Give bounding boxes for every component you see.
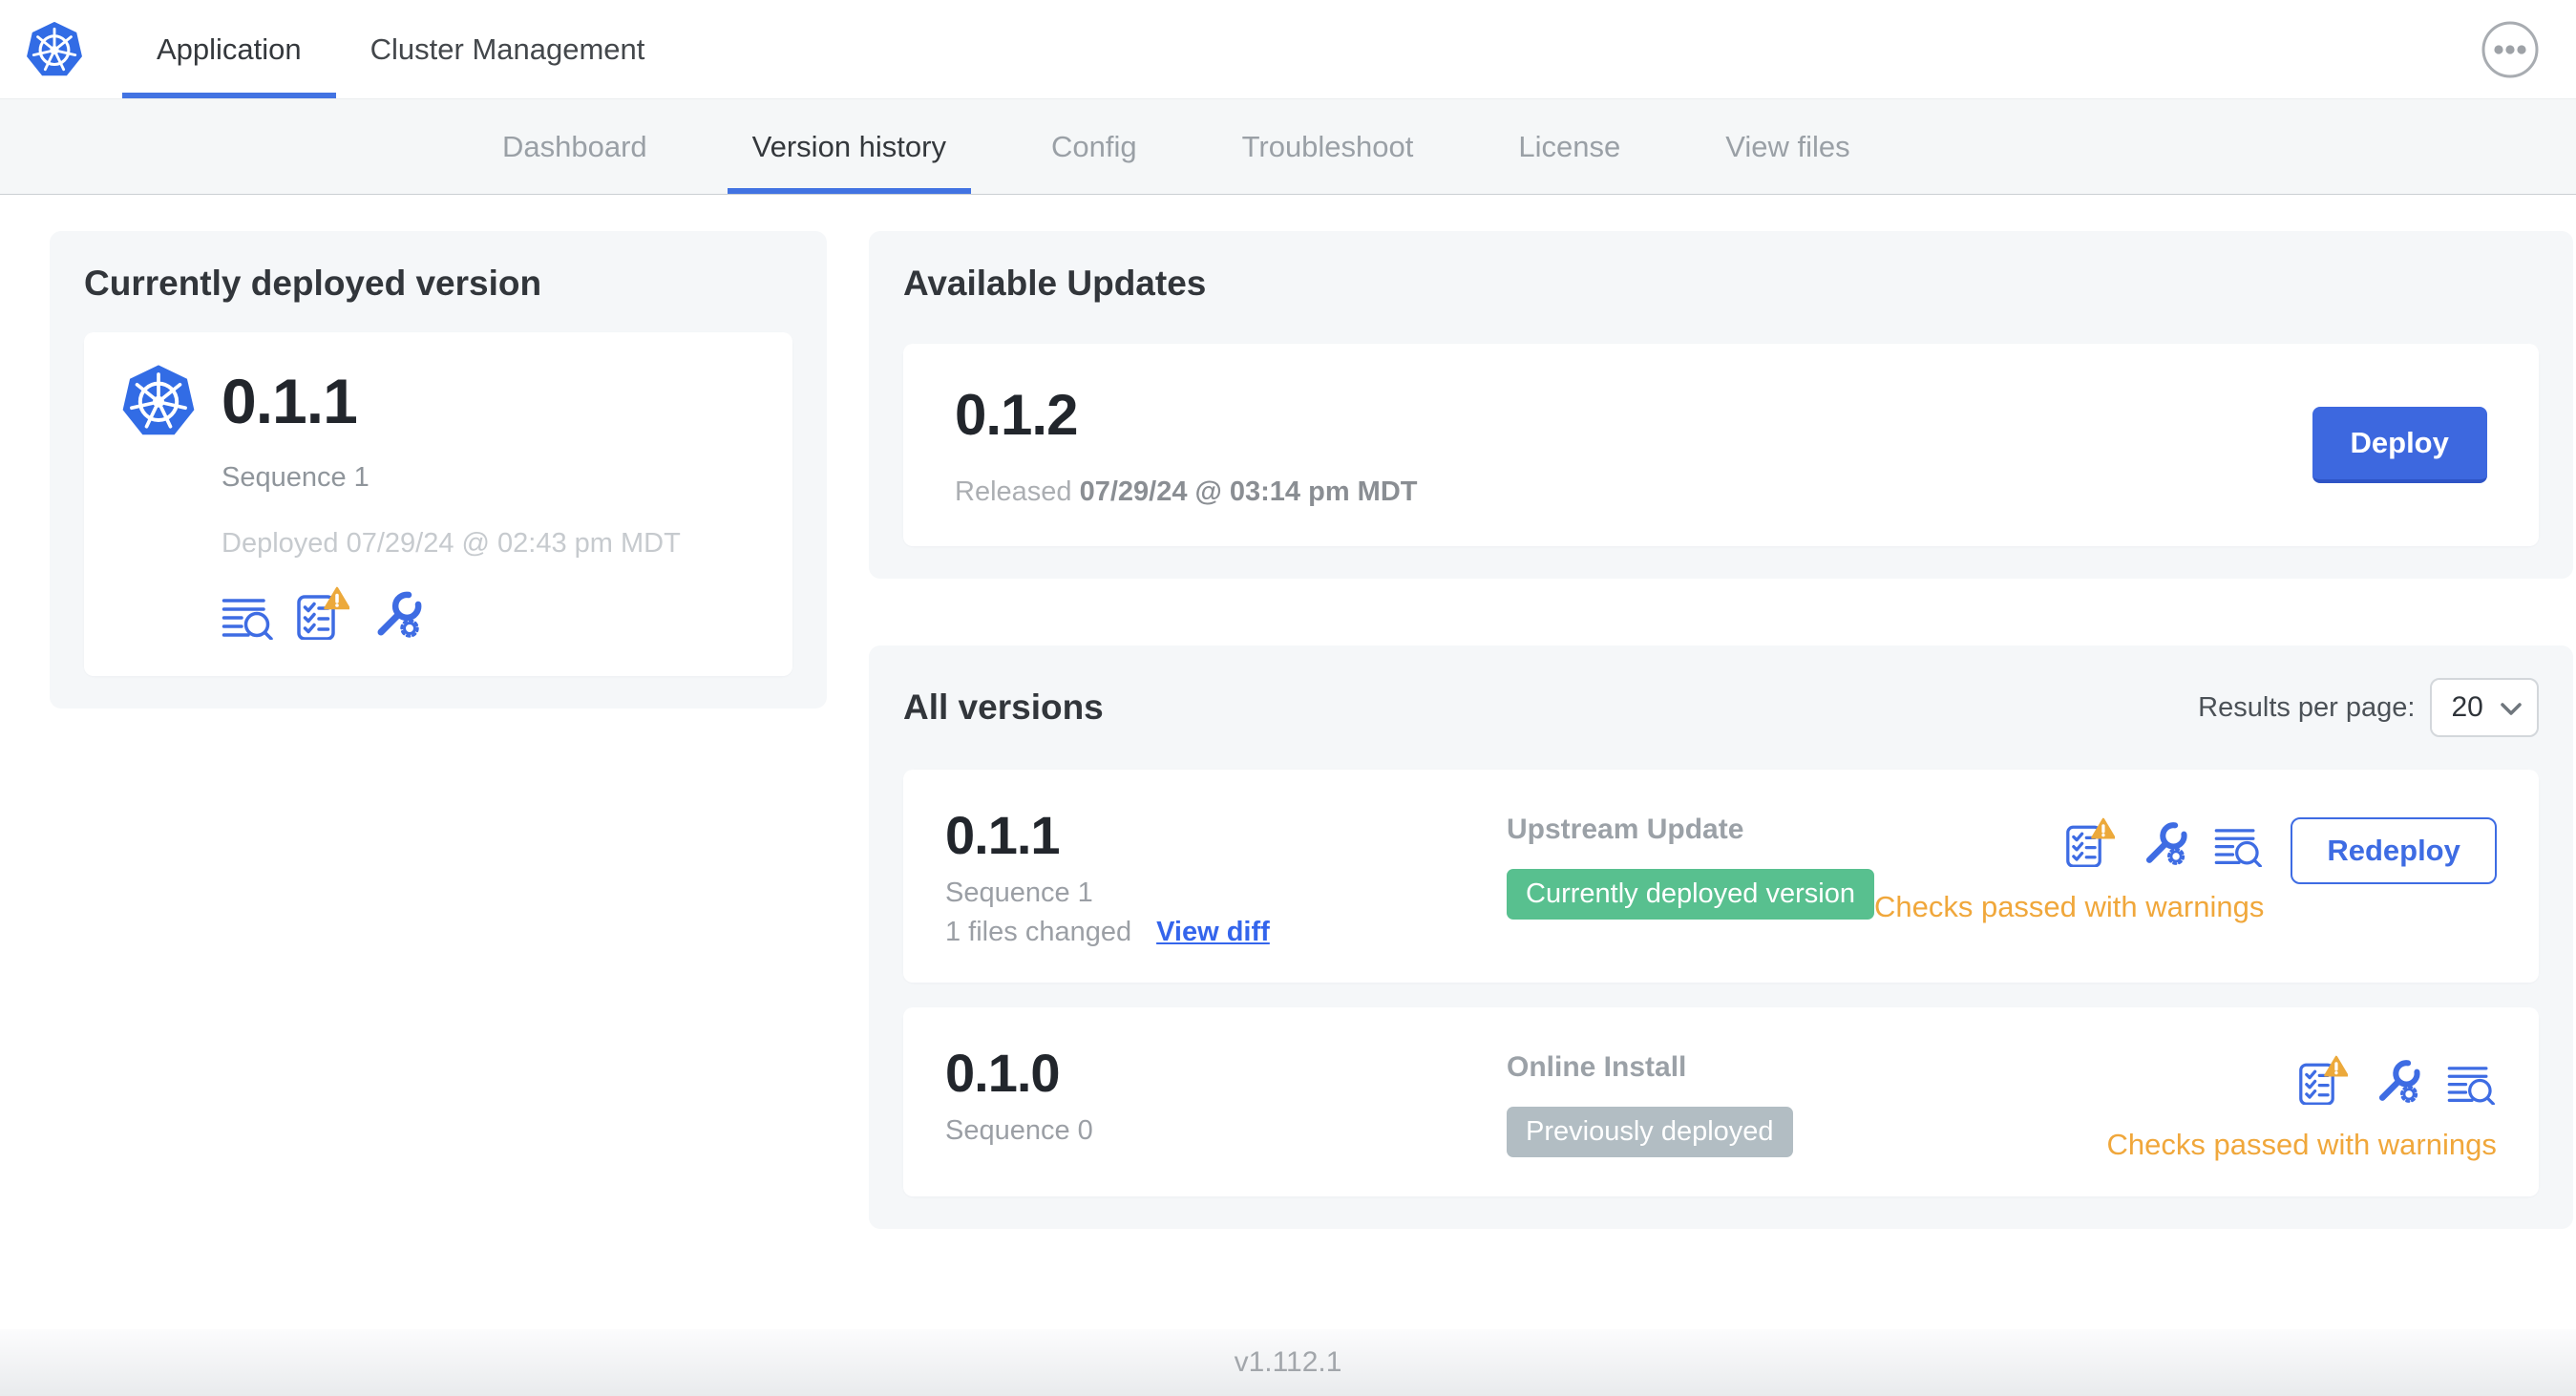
released-date: 07/29/24 @ 03:14 pm MDT <box>1079 476 1418 507</box>
app-header: Application Cluster Management <box>0 0 2576 99</box>
preflight-checks-warning-icon[interactable] <box>296 586 349 640</box>
version-source-label: Upstream Update <box>1507 814 1744 845</box>
tab-application[interactable]: Application <box>122 0 336 98</box>
version-number: 0.1.0 <box>945 1043 1061 1103</box>
deploy-logs-icon[interactable] <box>222 586 275 640</box>
edit-config-icon[interactable] <box>370 586 424 640</box>
app-subnav: Dashboard Version history Config Trouble… <box>0 99 2576 195</box>
kubernetes-app-icon <box>120 361 197 441</box>
tab-version-history[interactable]: Version history <box>727 99 971 194</box>
preflight-status-text: Checks passed with warnings <box>1873 890 2265 923</box>
tab-config[interactable]: Config <box>1026 99 1162 194</box>
version-source-label: Online Install <box>1507 1051 1687 1083</box>
tab-license[interactable]: License <box>1493 99 1645 194</box>
version-source-block: Online Install Previously deployed <box>1507 1051 2107 1157</box>
edit-config-icon[interactable] <box>2140 817 2189 867</box>
version-actions: Checks passed with warnings Redeploy <box>1874 817 2497 924</box>
deployed-timestamp: Deployed 07/29/24 @ 02:43 pm MDT <box>222 528 681 559</box>
right-column: Available Updates 0.1.2 Released 07/29/2… <box>869 231 2573 1229</box>
left-column: Currently deployed version 0.1.1 Sequenc… <box>50 231 827 709</box>
update-version-number: 0.1.2 <box>955 383 1078 447</box>
results-per-page-label: Results per page: <box>2198 691 2416 723</box>
deploy-button[interactable]: Deploy <box>2312 407 2487 483</box>
redeploy-button[interactable]: Redeploy <box>2291 817 2497 884</box>
preflight-checks-warning-icon[interactable] <box>2065 817 2116 867</box>
tab-cluster-management[interactable]: Cluster Management <box>336 0 680 98</box>
preflight-checks-warning-icon[interactable] <box>2298 1055 2348 1105</box>
available-updates-card: Available Updates 0.1.2 Released 07/29/2… <box>869 231 2573 579</box>
deployed-version-actions <box>222 586 756 640</box>
more-options-button[interactable] <box>2481 20 2540 79</box>
header-tabs: Application Cluster Management <box>122 0 679 98</box>
version-source-block: Upstream Update Currently deployed versi… <box>1507 814 1874 920</box>
deployed-version-panel: 0.1.1 Sequence 1 Deployed 07/29/24 @ 02:… <box>84 332 792 676</box>
version-actions: Checks passed with warnings <box>2107 1055 2497 1162</box>
results-per-page: Results per page: 20 <box>2198 678 2539 737</box>
console-version: v1.112.1 <box>1234 1346 1342 1378</box>
version-row-0-1-0: 0.1.0 Sequence 0 Online Install Previous… <box>903 1007 2539 1196</box>
version-history-page: Application Cluster Management Dashboard… <box>0 0 2576 1396</box>
version-sequence: Sequence 1 <box>945 878 1093 908</box>
available-update-info: 0.1.2 Released 07/29/24 @ 03:14 pm MDT <box>955 382 1417 508</box>
ellipsis-circle-icon <box>2481 21 2540 82</box>
available-update-row: 0.1.2 Released 07/29/24 @ 03:14 pm MDT D… <box>903 344 2539 546</box>
all-versions-heading: All versions <box>903 687 1104 727</box>
deploy-logs-icon[interactable] <box>2447 1055 2497 1105</box>
preflight-status-text: Checks passed with warnings <box>2106 1128 2497 1161</box>
deploy-logs-icon[interactable] <box>2214 817 2264 867</box>
currently-deployed-card: Currently deployed version 0.1.1 Sequenc… <box>50 231 827 709</box>
update-released-line: Released 07/29/24 @ 03:14 pm MDT <box>955 476 1417 508</box>
available-updates-heading: Available Updates <box>903 264 1207 303</box>
kubernetes-logo-icon <box>25 18 84 81</box>
tab-dashboard[interactable]: Dashboard <box>477 99 672 194</box>
version-info: 0.1.0 Sequence 0 <box>945 1042 1507 1147</box>
main-content: Currently deployed version 0.1.1 Sequenc… <box>0 195 2576 1229</box>
previously-deployed-badge: Previously deployed <box>1507 1107 1793 1157</box>
tab-troubleshoot[interactable]: Troubleshoot <box>1217 99 1439 194</box>
released-label: Released <box>955 476 1072 507</box>
currently-deployed-heading: Currently deployed version <box>84 264 542 303</box>
view-diff-link[interactable]: View diff <box>1156 917 1270 948</box>
version-row-0-1-1: 0.1.1 Sequence 1 1 files changed View di… <box>903 770 2539 983</box>
results-per-page-value: 20 <box>2451 691 2483 723</box>
chevron-down-icon <box>2501 691 2522 724</box>
deployed-version-number: 0.1.1 <box>222 366 358 436</box>
version-sequence: Sequence 0 <box>945 1115 1093 1146</box>
deployed-sequence-label: Sequence 1 <box>222 462 370 493</box>
all-versions-card: All versions Results per page: 20 0.1.1 … <box>869 645 2573 1229</box>
currently-deployed-badge: Currently deployed version <box>1507 869 1874 920</box>
files-changed-label: 1 files changed <box>945 917 1132 947</box>
edit-config-icon[interactable] <box>2373 1055 2422 1105</box>
results-per-page-select[interactable]: 20 <box>2430 678 2539 737</box>
version-info: 0.1.1 Sequence 1 1 files changed View di… <box>945 804 1507 948</box>
app-footer: v1.112.1 <box>0 1329 2576 1396</box>
version-number: 0.1.1 <box>945 805 1061 865</box>
tab-view-files[interactable]: View files <box>1700 99 1874 194</box>
